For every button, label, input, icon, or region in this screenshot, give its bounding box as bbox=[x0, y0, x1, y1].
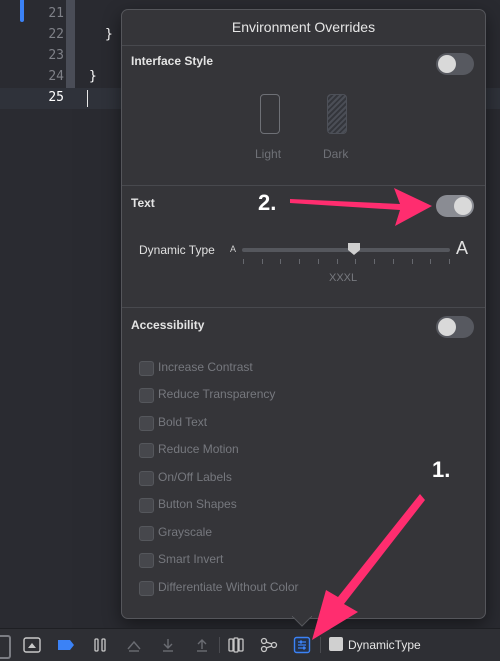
annotation-step-1: 1. bbox=[432, 457, 451, 482]
annotation-arrow-2 bbox=[290, 188, 432, 226]
annotation-arrows bbox=[290, 188, 432, 640]
annotation-arrow-1 bbox=[312, 494, 425, 640]
annotation-step-2: 2. bbox=[258, 190, 277, 215]
